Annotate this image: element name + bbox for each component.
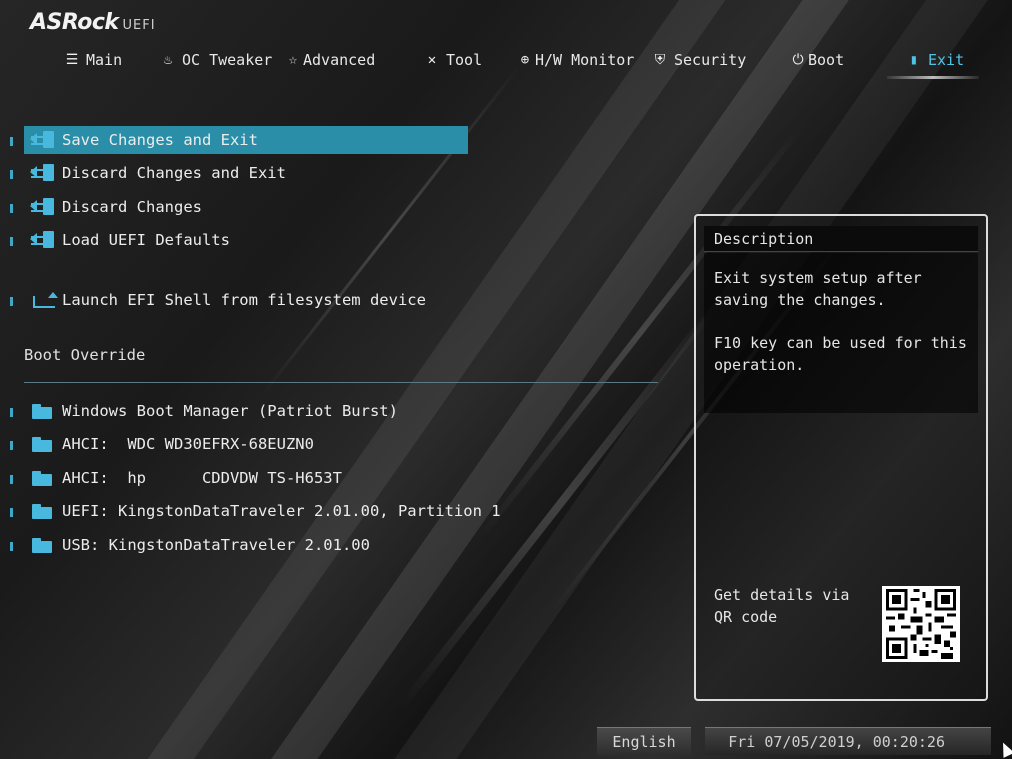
row-marker — [10, 508, 13, 517]
row-marker — [10, 297, 13, 306]
row-marker — [10, 475, 13, 484]
exit-arrow-icon — [30, 230, 56, 250]
row-marker — [10, 441, 13, 450]
menu-item-label: AHCI: hp CDDVDW TS-H653T — [62, 469, 342, 487]
folder-icon — [30, 535, 56, 555]
crosshair-icon: ⊕ — [520, 52, 530, 68]
menu-item-label: AHCI: WDC WD30EFRX-68EUZN0 — [62, 435, 314, 453]
menu-item-discard-changes[interactable]: Discard Changes — [10, 193, 202, 221]
power-icon: ⏻ — [792, 52, 804, 68]
tab-tool[interactable]: ✕ Tool — [424, 46, 482, 74]
menu-item-discard-changes-and-exit[interactable]: Discard Changes and Exit — [10, 159, 286, 187]
description-panel: Description Exit system setup after savi… — [694, 214, 988, 701]
datetime-display: Fri 07/05/2019, 00:20:26 — [705, 727, 991, 755]
exit-arrow-icon — [30, 130, 56, 150]
exit-arrow-icon — [30, 197, 56, 217]
row-marker — [10, 542, 13, 551]
boot-item-ahci-wdc[interactable]: AHCI: WDC WD30EFRX-68EUZN0 — [10, 430, 314, 458]
menu-item-label: USB: KingstonDataTraveler 2.01.00 — [62, 536, 370, 554]
list-icon: ☰ — [65, 52, 79, 68]
menu-item-label: Discard Changes — [62, 198, 202, 216]
row-marker — [10, 237, 13, 246]
section-divider — [24, 382, 658, 383]
tools-icon: ✕ — [427, 52, 437, 68]
tab-exit[interactable]: ▮ Exit — [906, 46, 964, 74]
tab-boot[interactable]: ⏻ Boot — [790, 46, 844, 74]
folder-icon — [30, 468, 56, 488]
menu-item-save-changes-and-exit[interactable]: Save Changes and Exit — [10, 126, 468, 154]
flame-icon: ♨ — [163, 52, 173, 68]
shield-icon: ⛨ — [654, 52, 666, 68]
tab-main[interactable]: ☰ Main — [64, 46, 122, 74]
mouse-cursor — [997, 740, 1012, 758]
asrock-logo: ASRock UEFI — [30, 10, 156, 35]
menu-item-load-uefi-defaults[interactable]: Load UEFI Defaults — [10, 226, 230, 254]
folder-icon — [30, 501, 56, 521]
boot-override-heading: Boot Override — [24, 346, 146, 364]
description-text: Exit system setup after saving the chang… — [704, 253, 978, 413]
background-streak — [259, 65, 521, 398]
tab-security[interactable]: ⛨ Security — [652, 46, 747, 74]
menu-item-label: UEFI: KingstonDataTraveler 2.01.00, Part… — [62, 502, 501, 520]
active-tab-indicator — [887, 76, 979, 79]
menu-item-label: Load UEFI Defaults — [62, 231, 230, 249]
menu-item-label: Launch EFI Shell from filesystem device — [62, 291, 426, 309]
row-marker — [10, 170, 13, 179]
menu-item-launch-efi-shell[interactable]: Launch EFI Shell from filesystem device — [10, 286, 426, 314]
tab-oc-tweaker[interactable]: ♨ OC Tweaker — [160, 46, 273, 74]
bios-screen: ASRock UEFI ☰ Main ♨ OC Tweaker ☆ Advanced ✕… — [0, 0, 1012, 759]
tab-bar: ☰ Main ♨ OC Tweaker ☆ Advanced ✕ Tool ⊕ H/W M… — [0, 46, 1012, 76]
boot-item-ahci-hp-cddvdw[interactable]: AHCI: hp CDDVDW TS-H653T — [10, 464, 342, 492]
exit-arrow-icon — [30, 163, 56, 183]
description-title: Description — [704, 226, 978, 252]
tab-advanced[interactable]: ☆ Advanced — [285, 46, 375, 74]
row-marker — [10, 204, 13, 213]
qr-label: Get details via QR code — [714, 586, 850, 626]
description-line: Exit system setup after saving the chang… — [714, 269, 922, 309]
description-line: F10 key can be used for this operation. — [714, 334, 967, 374]
tab-hw-monitor[interactable]: ⊕ H/W Monitor — [517, 46, 635, 74]
folder-icon — [30, 434, 56, 454]
boot-item-uefi-kingston[interactable]: UEFI: KingstonDataTraveler 2.01.00, Part… — [10, 497, 501, 525]
star-icon: ☆ — [288, 52, 298, 68]
menu-item-label: Windows Boot Manager (Patriot Burst) — [62, 402, 398, 420]
shell-arrow-icon — [30, 290, 58, 310]
row-marker — [10, 408, 13, 417]
menu-item-label: Save Changes and Exit — [62, 131, 258, 149]
folder-icon — [30, 401, 56, 421]
row-marker — [10, 137, 13, 146]
boot-item-usb-kingston[interactable]: USB: KingstonDataTraveler 2.01.00 — [10, 531, 370, 559]
exit-door-icon: ▮ — [909, 52, 919, 68]
boot-item-windows-boot-manager[interactable]: Windows Boot Manager (Patriot Burst) — [10, 397, 398, 425]
qr-code — [882, 586, 960, 662]
menu-item-label: Discard Changes and Exit — [62, 164, 286, 182]
language-selector[interactable]: English — [597, 727, 691, 756]
